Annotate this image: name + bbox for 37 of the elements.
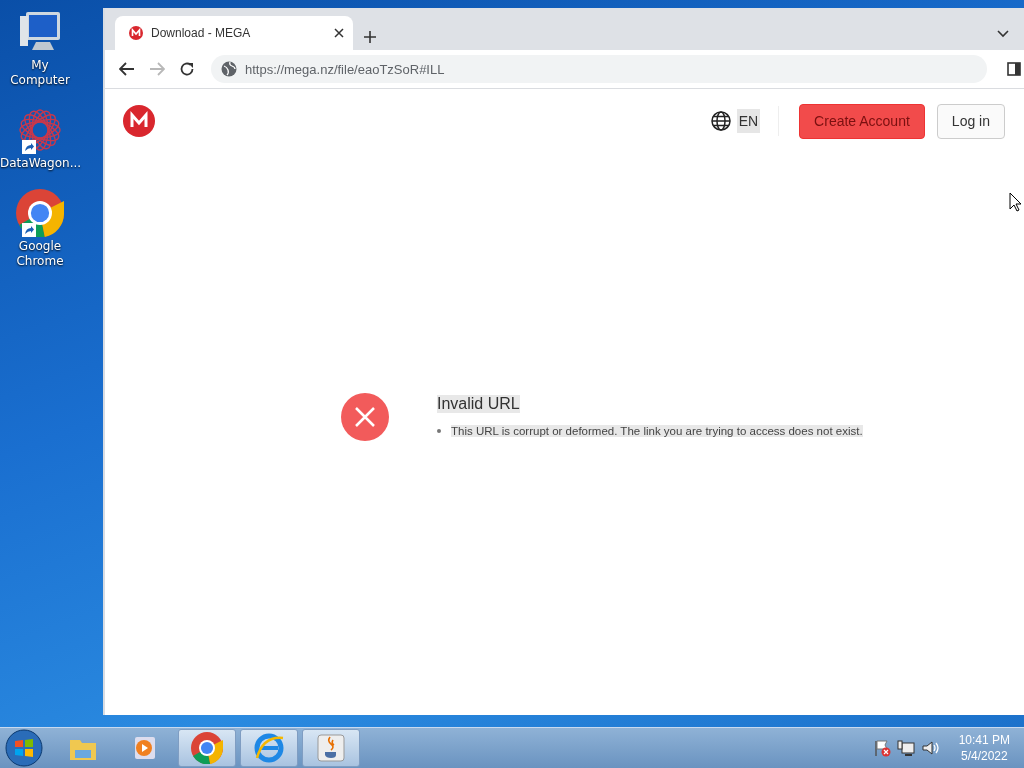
new-tab-plus-icon[interactable] [363, 30, 377, 44]
desktop-icon-label[interactable]: My Computer [0, 58, 80, 88]
mega-logo-icon[interactable] [123, 105, 155, 137]
chrome-icon [16, 189, 64, 237]
side-panel-icon[interactable] [1007, 62, 1021, 76]
java-cup-icon [315, 732, 347, 764]
mega-logo-icon [129, 26, 143, 40]
shortcut-arrow-icon [22, 140, 36, 154]
clock-time: 10:41 PM [958, 732, 1010, 748]
back-arrow-icon[interactable] [119, 62, 135, 76]
close-icon[interactable] [333, 27, 345, 39]
chevron-down-icon[interactable] [997, 30, 1009, 38]
error-message: This URL is corrupt or deformed. The link you are trying to access does not exist. [451, 425, 863, 437]
globe-icon [221, 61, 237, 77]
clock-date: 5/4/2022 [960, 748, 1008, 764]
language-selector[interactable]: EN [736, 109, 761, 133]
error-x-circle-icon [341, 393, 389, 441]
internet-explorer-icon [253, 732, 285, 764]
reload-icon[interactable] [179, 61, 195, 77]
taskbar-button[interactable] [240, 729, 298, 767]
speaker-icon[interactable] [920, 739, 939, 757]
shortcut-arrow-icon [22, 223, 36, 237]
browser-tab[interactable]: Download - MEGA [115, 16, 353, 50]
globe-icon[interactable] [710, 111, 731, 131]
network-icon[interactable] [896, 739, 915, 757]
address-bar[interactable]: https://mega.nz/file/eaoTzSoR#ILL [211, 55, 987, 83]
network-star-icon [16, 106, 64, 154]
login-button[interactable]: Log in [936, 103, 1005, 139]
start-button-icon[interactable] [4, 728, 44, 768]
taskbar-button[interactable] [302, 729, 360, 767]
error-title: Invalid URL [437, 395, 520, 413]
taskbar-button[interactable] [178, 729, 236, 767]
desktop-icon-label[interactable]: DataWagon... [0, 156, 80, 171]
bullet-icon [437, 429, 441, 433]
desktop-icon-label[interactable]: Google Chrome [0, 239, 80, 269]
flag-error-icon[interactable] [872, 739, 891, 757]
chrome-icon [191, 732, 223, 764]
